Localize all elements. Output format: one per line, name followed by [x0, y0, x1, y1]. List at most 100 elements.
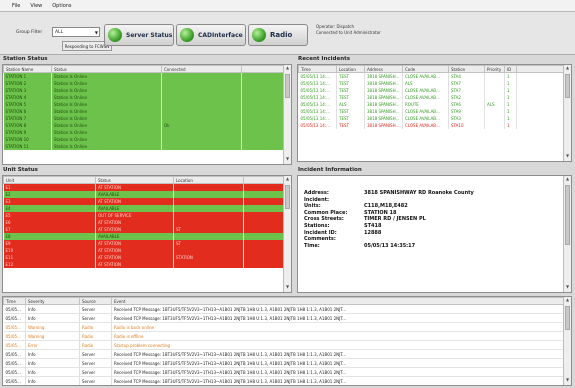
log-row[interactable]: 05/05... Info Server Received TCP Message: … [3, 367, 565, 377]
log-scrollbar[interactable]: ▲ ▼ [563, 297, 571, 385]
unit-row[interactable]: E12 AT STATION [3, 260, 285, 268]
station-row[interactable]: STATION 6 Station Is Online [3, 107, 285, 115]
station-row[interactable]: STATION 7 Station Is Online [3, 114, 285, 122]
log-row[interactable]: 05/05... Info Server Received TCP Message: … [3, 304, 565, 314]
station-row[interactable]: STATION 10 Station Is Online [3, 135, 285, 143]
operator-status: Operator: Dispatch Connected to Unit Adm… [316, 24, 381, 36]
incident-scrollbar[interactable]: ▲ ▼ [563, 65, 571, 161]
log-row[interactable]: 05/05... Warning Radio Radio is back online [3, 322, 565, 332]
incident-row[interactable]: 05/05/13 14:... TEST 3818 SPANISH... CLOSE … [298, 121, 565, 129]
log-row[interactable]: 05/05... Warning Radio Radio is offline [3, 331, 565, 341]
unit-row[interactable]: E11 AT STATION STATION [3, 253, 285, 261]
incident-row-cell: 1 [504, 107, 517, 115]
unit-row[interactable]: E8 AVAILABLE [3, 232, 285, 240]
log-row-cell: Received TCP Message: 1BT3UF5/TF5V2V3~1T… [111, 313, 565, 323]
incident-row-cell: STA10 [448, 121, 485, 129]
unit-row-cell: AT STATION [95, 218, 174, 226]
station-row[interactable]: STATION 5 Station Is Online [3, 100, 285, 108]
scroll-down-icon[interactable]: ▼ [564, 377, 571, 385]
incident-row[interactable]: 05/05/13 14:... TEST 3818 SPANISH... CLOSE … [298, 86, 565, 94]
col-priority[interactable]: Priority [484, 65, 505, 73]
scroll-up-icon[interactable]: ▲ [564, 297, 571, 305]
scroll-down-icon[interactable]: ▼ [284, 156, 291, 164]
scroll-down-icon[interactable]: ▼ [564, 153, 571, 161]
col-location[interactable]: Location [336, 65, 365, 73]
scroll-up-icon[interactable]: ▲ [284, 65, 291, 73]
radio-button[interactable]: Radio [248, 24, 308, 46]
incident-row[interactable]: 05/05/13 14:... TEST 3818 SPANISH... CLOSE … [298, 72, 565, 80]
log-row[interactable]: 05/05... Info Server Received TCP Message: … [3, 358, 565, 368]
unit-scrollbar[interactable]: ▲ ▼ [283, 176, 291, 292]
unit-row[interactable]: E7 AT STATION ST [3, 225, 285, 233]
col-unit-location[interactable]: Location [173, 176, 244, 184]
unit-row[interactable]: E6 AT STATION [3, 218, 285, 226]
incident-row[interactable]: 05/05/13 14:... TEST 3818 SPANISH... CLOSE … [298, 93, 565, 101]
col-connected[interactable]: Connected [161, 65, 242, 73]
unit-row[interactable]: E2 AVAILABLE [3, 190, 285, 198]
log-row-cell: Radio [79, 322, 112, 332]
col-log-source[interactable]: Source [79, 297, 112, 305]
incident-field-label: Time: [304, 242, 320, 249]
station-row-cell: Station Is Online [51, 100, 162, 108]
menu-view[interactable]: View [30, 3, 42, 9]
col-station-status[interactable]: Status [51, 65, 162, 73]
unit-row-cell [173, 232, 244, 240]
unit-row-cell: E3 [3, 197, 96, 205]
unit-row[interactable]: E5 OUT OF SERVICE [3, 211, 285, 219]
col-log-time[interactable]: Time [3, 297, 26, 305]
station-row[interactable]: STATION 1 Station Is Online [3, 72, 285, 80]
station-row-cell: STATION 10 [3, 135, 52, 143]
incident-row-cell: STA9 [448, 107, 485, 115]
col-address[interactable]: Address [364, 65, 403, 73]
station-row-cell: Station Is Online [51, 86, 162, 94]
log-row[interactable]: 05/05... Info Server Received TCP Message: … [3, 376, 565, 385]
info-scrollbar[interactable]: ▲ ▼ [563, 176, 571, 292]
station-row[interactable]: STATION 9 Station Is Online [3, 128, 285, 136]
log-row[interactable]: 05/05... Info Server Received TCP Message: … [3, 349, 565, 359]
col-id[interactable]: ID [504, 65, 517, 73]
scroll-up-icon[interactable]: ▲ [284, 176, 291, 184]
station-row-cell: Station Is Online [51, 107, 162, 115]
scroll-up-icon[interactable]: ▲ [564, 65, 571, 73]
station-row[interactable]: STATION 3 Station Is Online [3, 86, 285, 94]
station-row-cell: STATION 2 [3, 79, 52, 87]
col-unit-status[interactable]: Status [95, 176, 174, 184]
incident-row[interactable]: 05/05/13 14:... ALS 3818 SPANISH... ROUTE ST… [298, 100, 565, 108]
incident-row[interactable]: 05/05/13 14:... TEST 3818 SPANISH... CLOSE … [298, 114, 565, 122]
station-row-cell [161, 86, 242, 94]
station-row[interactable]: STATION 4 Station Is Online [3, 93, 285, 101]
connection-line: Connected to Unit Administrator [316, 30, 381, 35]
log-row[interactable]: 05/05... Info Server Received TCP Message: … [3, 313, 565, 323]
col-log-severity[interactable]: Severity [25, 297, 80, 305]
station-row[interactable]: STATION 2 Station Is Online [3, 79, 285, 87]
cad-interface-button[interactable]: CADInterface [176, 24, 246, 46]
col-station[interactable]: Station [448, 65, 485, 73]
scroll-down-icon[interactable]: ▼ [284, 284, 291, 292]
col-log-event[interactable]: Event [111, 297, 565, 305]
unit-row[interactable]: E9 AT STATION ST [3, 239, 285, 247]
log-row-cell: Received TCP Message: 1BT3UF5/TF5V2V3~1T… [111, 376, 565, 385]
station-row[interactable]: STATION 11 Station Is Online [3, 142, 285, 150]
server-status-button[interactable]: Server Status [104, 24, 174, 46]
unit-row[interactable]: E4 AVAILABLE [3, 204, 285, 212]
incident-row[interactable]: 05/05/13 14:... TEST 3818 SPANISH... CLOSE … [298, 107, 565, 115]
unit-row[interactable]: E3 AT STATION [3, 197, 285, 205]
station-scrollbar[interactable]: ▲ ▼ [283, 65, 291, 164]
col-unit[interactable]: Unit [3, 176, 96, 184]
group-filter-select[interactable]: ALL ▼ [52, 27, 100, 37]
menu-options[interactable]: Options [52, 3, 71, 9]
col-time[interactable]: Time [298, 65, 337, 73]
unit-row[interactable]: E1 AT STATION [3, 183, 285, 191]
scroll-down-icon[interactable]: ▼ [564, 284, 571, 292]
menu-file[interactable]: File [12, 3, 20, 9]
col-station-name[interactable]: Station Name [3, 65, 52, 73]
col-code[interactable]: Code [402, 65, 449, 73]
incident-row-cell: CLOSE AVAILAB... [402, 107, 449, 115]
incident-row-cell: STA6 [448, 100, 485, 108]
unit-row[interactable]: E10 AT STATION [3, 246, 285, 254]
incident-field-label: Address: [304, 190, 329, 196]
scroll-up-icon[interactable]: ▲ [564, 176, 571, 184]
log-row[interactable]: 05/05... Error Radio Startup problem connec… [3, 340, 565, 350]
incident-row[interactable]: 05/05/13 14:... TEST 3818 SPANISH... ALS STA… [298, 79, 565, 87]
station-row[interactable]: STATION 8 Station Is Online Ok [3, 121, 285, 129]
